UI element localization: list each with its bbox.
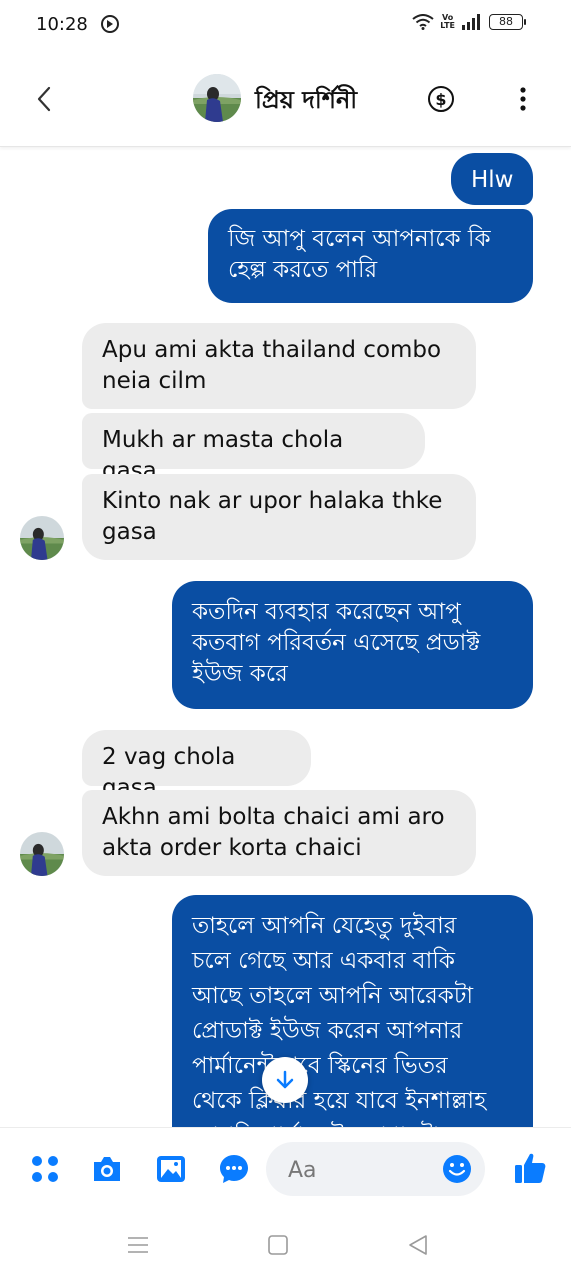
message-bubble-outgoing[interactable]: কতদিন ব্যবহার করেছেন আপু কতবাগ পরিবর্তন … [172,581,533,709]
back-arrow-icon[interactable] [30,84,60,114]
back-triangle-icon[interactable] [406,1233,430,1257]
sender-avatar[interactable] [20,832,64,876]
emoji-icon[interactable] [440,1152,474,1186]
message-input[interactable] [286,1152,440,1188]
do-not-disturb-icon [101,15,119,33]
message-bubble-outgoing[interactable]: তাহলে আপনি যেহেতু দুইবার চলে গেছে আর একব… [172,895,533,1127]
contact-avatar[interactable] [193,74,241,122]
message-bubble-incoming[interactable]: 2 vag chola gasa [82,730,311,801]
message-bubble-outgoing[interactable]: জি আপু বলেন আপনাকে কি হেল্প করতে পারি [208,209,533,303]
arrow-down-icon [276,1070,294,1089]
chat-bubble-icon[interactable] [217,1152,251,1186]
signal-icon [462,14,480,30]
scroll-to-bottom-button[interactable] [262,1057,308,1103]
system-navigation-bar [0,1211,571,1280]
gallery-icon[interactable] [154,1152,188,1186]
camera-icon[interactable] [90,1152,124,1186]
message-bubble-outgoing[interactable]: Hlw [451,153,533,205]
contact-name[interactable]: প্রিয় দর্শিনী [255,82,357,122]
message-bubble-incoming[interactable]: Kinto nak ar upor halaka thke gasa [82,474,476,560]
message-list[interactable]: Hlw জি আপু বলেন আপনাকে কি হেল্প করতে পার… [0,147,571,1127]
svg-text:$: $ [435,90,446,109]
status-bar: 10:28 Vo LTE 88 [0,0,571,52]
message-input-container[interactable] [266,1142,485,1196]
battery-indicator: 88 [489,14,526,30]
status-time: 10:28 [36,14,88,35]
message-bubble-incoming[interactable]: Apu ami akta thailand combo neia cilm [82,323,476,409]
chat-header: প্রিয় দর্শিনী $ [0,52,571,147]
sender-avatar[interactable] [20,516,64,560]
apps-grid-icon[interactable] [28,1152,62,1186]
volte-indicator: Vo LTE [440,13,455,30]
dollar-icon[interactable]: $ [427,85,455,113]
more-vertical-icon[interactable] [510,85,536,113]
thumbs-up-icon[interactable] [512,1150,548,1186]
message-bubble-incoming[interactable]: Akhn ami bolta chaici ami aro akta order… [82,790,476,876]
wifi-icon [412,14,434,30]
message-composer [0,1127,571,1212]
message-bubble-incoming[interactable]: Mukh ar masta chola gasa [82,413,425,484]
menu-icon[interactable] [126,1233,150,1257]
home-square-icon[interactable] [266,1233,290,1257]
